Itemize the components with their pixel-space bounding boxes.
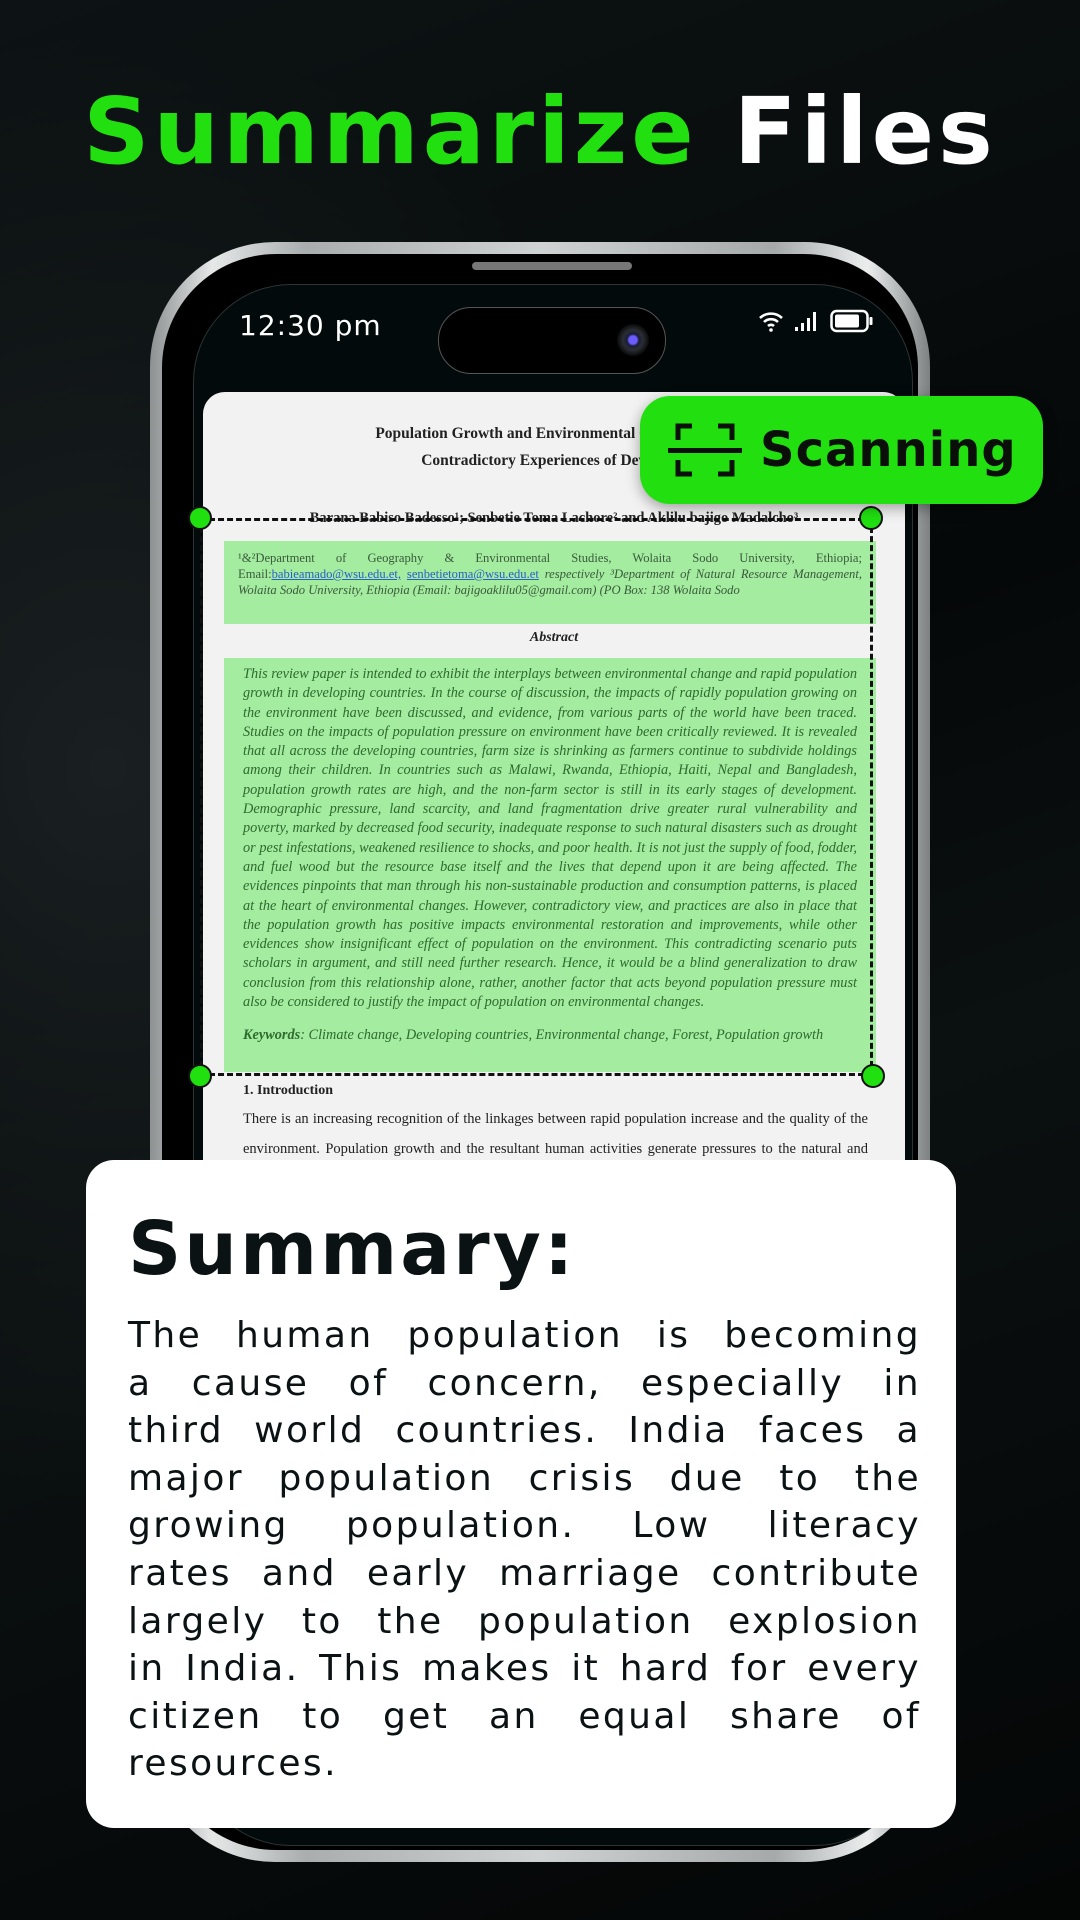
summary-line: third world countries. India faces a xyxy=(128,1410,921,1452)
summary-line: in India. This makes it hard for every xyxy=(128,1648,921,1690)
summary-line: largely to the population explosion xyxy=(128,1600,921,1642)
selection-handle-top-right[interactable] xyxy=(859,506,883,530)
scanning-label: Scanning xyxy=(760,422,1017,478)
summary-card: Summary: The human population is becomin… xyxy=(86,1160,956,1828)
summary-line: citizen to get an equal share of xyxy=(128,1695,921,1737)
speaker-grille xyxy=(472,262,632,270)
status-icons xyxy=(758,309,874,333)
wifi-icon xyxy=(759,312,783,332)
summary-line: The human population is becoming xyxy=(128,1315,921,1356)
summary-line: a cause of concern, especially in xyxy=(128,1362,921,1404)
camera-icon xyxy=(617,324,649,356)
summary-line: rates and early marriage contribute xyxy=(128,1552,921,1594)
summary-line: growing population. Low literacy xyxy=(128,1505,921,1547)
selection-handle-bottom-left[interactable] xyxy=(188,1064,212,1088)
status-time: 12:30 pm xyxy=(239,309,382,342)
summary-heading: Summary: xyxy=(128,1206,577,1292)
battery-icon xyxy=(830,309,873,333)
headline: Summarize Files xyxy=(0,78,1080,185)
summary-line: major population crisis due to the xyxy=(128,1457,921,1499)
summary-text: The human population is becoming a cause … xyxy=(128,1312,921,1788)
selection-handle-top-left[interactable] xyxy=(188,506,212,530)
dynamic-island xyxy=(438,307,666,374)
scanning-badge: Scanning xyxy=(640,396,1043,504)
selection-handle-bottom-right[interactable] xyxy=(861,1064,885,1088)
summary-line: resources. xyxy=(128,1743,338,1785)
scan-icon xyxy=(668,423,742,477)
signal-icon xyxy=(795,312,816,331)
headline-rest: Files xyxy=(733,78,997,185)
scan-selection-box[interactable] xyxy=(200,518,873,1076)
doc-intro-heading: 1. Introduction xyxy=(243,1083,333,1098)
headline-accent: Summarize xyxy=(83,78,698,185)
